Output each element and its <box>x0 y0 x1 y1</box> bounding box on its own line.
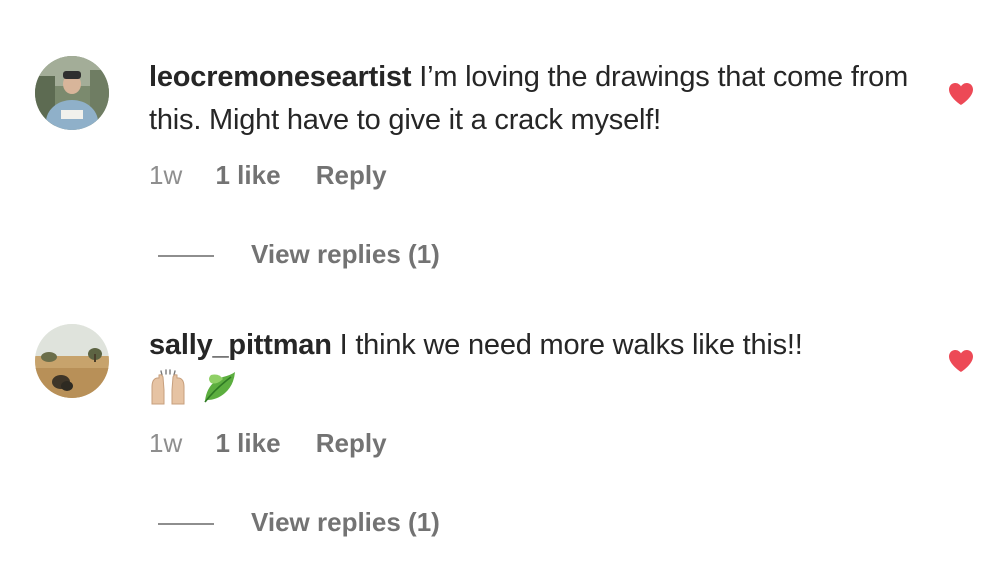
comment-body: leocremoneseartist I’m loving the drawin… <box>149 56 919 142</box>
heart-filled-icon[interactable] <box>948 82 974 106</box>
view-replies-divider <box>158 523 214 525</box>
comment-likes[interactable]: 1 like <box>215 428 280 458</box>
reply-button[interactable]: Reply <box>316 160 387 190</box>
avatar[interactable] <box>35 56 109 130</box>
comment-username[interactable]: sally_pittman <box>149 329 332 361</box>
comment-meta: 1w 1 like Reply <box>149 428 387 458</box>
heart-filled-icon[interactable] <box>948 349 974 373</box>
leaf-emoji <box>204 372 235 403</box>
comment-meta: 1w 1 like Reply <box>149 160 387 190</box>
raising-hands-emoji <box>151 369 185 405</box>
view-replies-label: View replies (1) <box>251 239 440 269</box>
comment-likes[interactable]: 1 like <box>215 160 280 190</box>
comment-username[interactable]: leocremoneseartist <box>149 61 412 93</box>
reply-button[interactable]: Reply <box>316 428 387 458</box>
comment-time[interactable]: 1w <box>149 160 182 190</box>
comment-emojis <box>149 369 919 407</box>
comment-body: sally_pittman I think we need more walks… <box>149 324 919 407</box>
view-replies-label: View replies (1) <box>251 507 440 537</box>
avatar[interactable] <box>35 324 109 398</box>
view-replies-divider <box>158 255 214 257</box>
avatar-image <box>35 324 109 398</box>
comment-text: I think we need more walks like this!! <box>339 329 803 361</box>
avatar-image <box>35 56 109 130</box>
comment-time[interactable]: 1w <box>149 428 182 458</box>
